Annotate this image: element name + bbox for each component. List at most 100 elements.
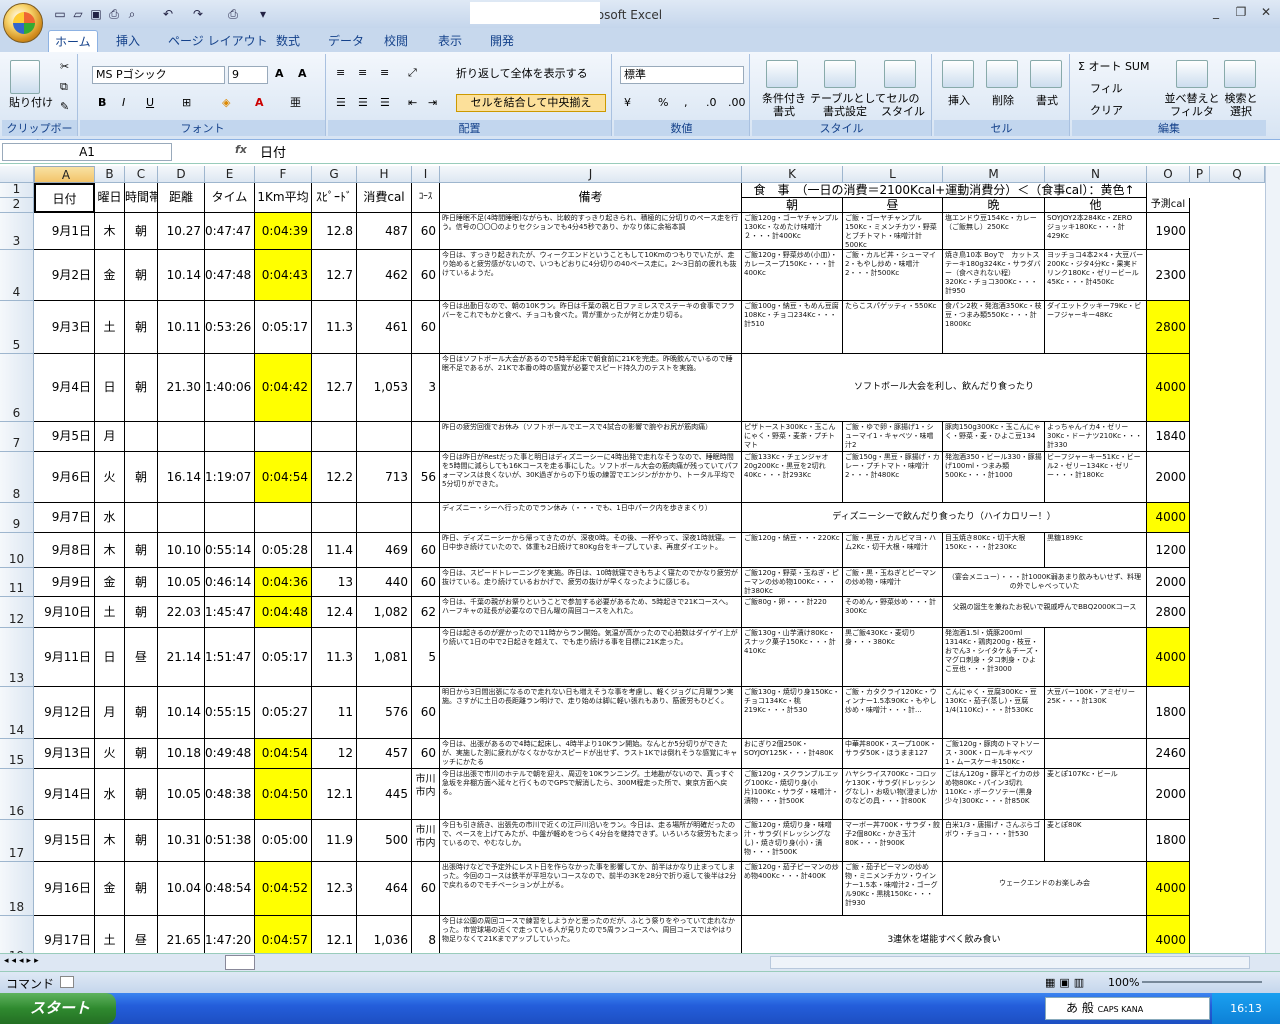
header-dinner[interactable]: 晩: [943, 198, 1045, 213]
course-cell[interactable]: 60: [412, 213, 440, 250]
delete-cells-icon[interactable]: [986, 60, 1018, 88]
date-cell[interactable]: 9月3日: [34, 301, 95, 354]
pace-cell[interactable]: 0:04:36: [255, 568, 312, 597]
dinner-cell[interactable]: 食パン2枚・発泡酒350Kc・枝豆・つまみ類550Kc・・・計1800Kc: [943, 301, 1045, 354]
speed-cell[interactable]: [312, 503, 357, 533]
predicted-cal-cell[interactable]: 2800: [1147, 301, 1190, 354]
kcal-cell[interactable]: 500: [357, 820, 412, 862]
print-icon[interactable]: ⎙: [106, 6, 122, 22]
redo-icon[interactable]: ↷: [190, 6, 206, 22]
row-header[interactable]: 19: [0, 916, 34, 953]
insert-cells-icon[interactable]: [942, 60, 974, 88]
format-table-icon[interactable]: [824, 60, 856, 88]
time-cell[interactable]: 1:47:20: [205, 916, 255, 953]
dinner-cell[interactable]: こんにゃく・豆腐300Kc・豆130Kc・茄子(蒸し)・豆腐1/4(110Kc)…: [943, 687, 1045, 739]
slot-cell[interactable]: 朝: [125, 250, 158, 301]
slot-cell[interactable]: [125, 503, 158, 533]
kcal-cell[interactable]: 487: [357, 213, 412, 250]
course-cell[interactable]: 60: [412, 687, 440, 739]
time-cell[interactable]: 0:46:14: [205, 568, 255, 597]
find-select-icon[interactable]: [1224, 60, 1256, 88]
kcal-cell[interactable]: [357, 422, 412, 452]
column-header-G[interactable]: G: [312, 166, 357, 183]
distance-cell[interactable]: 10.05: [158, 568, 205, 597]
dow-cell[interactable]: 土: [95, 597, 125, 628]
lunch-cell[interactable]: 黒ご飯430Kc・麦切り身・・・380Kc: [843, 628, 943, 687]
column-header-I[interactable]: I: [412, 166, 440, 183]
dinner-other-merged-cell[interactable]: 父親の誕生を兼ねたお祝いで親戚呼んでBBQ2000Kコース: [943, 597, 1147, 628]
dinner-cell[interactable]: 目玉焼き80Kc・切干大根150Kc・・・計230Kc: [943, 533, 1045, 568]
predicted-cal-cell[interactable]: 4000: [1147, 503, 1190, 533]
column-header-D[interactable]: D: [158, 166, 205, 183]
notes-cell[interactable]: 今日は公園の周回コースで練習をしようかと思ったのだが、ふとう祭りをやっていて走れ…: [440, 916, 742, 953]
align-left-icon[interactable]: ☰: [336, 96, 346, 109]
conditional-format-button[interactable]: 条件付き 書式: [756, 92, 812, 118]
breakfast-cell[interactable]: ご飯120g・茄子ピーマンの炒め物400Kc・・・計400K: [742, 862, 843, 916]
date-cell[interactable]: 9月10日: [34, 597, 95, 628]
time-cell[interactable]: 0:53:26: [205, 301, 255, 354]
print-preview-icon[interactable]: ⌕: [124, 6, 140, 22]
header-cell[interactable]: ｺｰｽ: [412, 183, 440, 213]
notes-cell[interactable]: 今日は昨日がRestだった事と明日はディズニーシーに4時出発で走れなそうなので、…: [440, 452, 742, 503]
header-cell[interactable]: タイム: [205, 183, 255, 213]
new-file-icon[interactable]: ▭: [52, 6, 68, 22]
notes-cell[interactable]: 今日はソフトボール大会があるので5時半起床で朝食前に21Kを完走。昨晩飲んでいる…: [440, 354, 742, 422]
select-all-corner[interactable]: [0, 166, 34, 183]
close-icon[interactable]: ✕: [1257, 4, 1275, 20]
slot-cell[interactable]: 朝: [125, 301, 158, 354]
header-cell[interactable]: ｽﾋﾟｰﾄﾞ: [312, 183, 357, 213]
breakfast-cell[interactable]: ご飯120g・野菜炒め(小皿)・カレースープ150Kc・・・計400Kc: [742, 250, 843, 301]
course-cell[interactable]: 60: [412, 533, 440, 568]
merge-center-button[interactable]: セルを結合して中央揃え: [456, 94, 606, 112]
wrap-text-button[interactable]: 折り返して全体を表示する: [456, 67, 588, 80]
format-painter-icon[interactable]: ✎: [60, 100, 69, 113]
distance-cell[interactable]: 10.31: [158, 820, 205, 862]
pace-cell[interactable]: 0:05:17: [255, 628, 312, 687]
align-center-icon[interactable]: ☰: [358, 96, 368, 109]
row-header[interactable]: 15: [0, 739, 34, 769]
find-select-button[interactable]: 検索と 選択: [1216, 92, 1266, 118]
distance-cell[interactable]: 22.03: [158, 597, 205, 628]
dow-cell[interactable]: 日: [95, 354, 125, 422]
notes-cell[interactable]: 今日も引き続き、出張先の市川で近くの江戸川沿いをラン。今日は、走る場所が明確だっ…: [440, 820, 742, 862]
notes-cell[interactable]: 明日から3日間出張になるので走れない日も増えそうな事を考慮し、軽くジョグに月曜ラ…: [440, 687, 742, 739]
course-cell[interactable]: 60: [412, 739, 440, 769]
dinner-cell[interactable]: 焼き鳥10本 Boyで カットステーキ180g324Kc・サラダバー（食べきれな…: [943, 250, 1045, 301]
dinner-cell[interactable]: 塩エンドウ豆154Kc・カレー（ご飯無し）250Kc: [943, 213, 1045, 250]
lunch-cell[interactable]: 中華丼800K・スープ100K・サラダ50K・ほうまま127: [843, 739, 943, 769]
date-cell[interactable]: 9月11日: [34, 628, 95, 687]
number-format-select[interactable]: 標準: [620, 66, 744, 84]
slot-cell[interactable]: 朝: [125, 452, 158, 503]
speed-cell[interactable]: 12.2: [312, 452, 357, 503]
slot-cell[interactable]: 朝: [125, 739, 158, 769]
distance-cell[interactable]: 10.27: [158, 213, 205, 250]
vertical-scrollbar[interactable]: [1265, 166, 1280, 953]
predicted-cal-cell[interactable]: 4000: [1147, 354, 1190, 422]
font-name-select[interactable]: MS Pゴシック: [92, 66, 225, 84]
formula-input[interactable]: 日付: [260, 142, 286, 161]
align-top-icon[interactable]: ≡: [336, 66, 345, 79]
meal-merged-cell[interactable]: 3連休を堪能すべく飲み食い: [742, 916, 1147, 953]
qat-customize-icon[interactable]: ▾: [255, 6, 271, 22]
lunch-cell[interactable]: ご飯・ゴーヤチャンプル150Kc・ミメンチカツ・野菜とブチトマト・味噌汁計500…: [843, 213, 943, 250]
fx-icon[interactable]: fx: [235, 143, 247, 156]
dinner-cell[interactable]: 豚肉150g300Kc・玉こんにゃく・野菜・麦・ひよこ豆134: [943, 422, 1045, 452]
speed-cell[interactable]: 11: [312, 687, 357, 739]
time-cell[interactable]: 0:48:38: [205, 769, 255, 820]
dow-cell[interactable]: 火: [95, 739, 125, 769]
slot-cell[interactable]: 朝: [125, 354, 158, 422]
fill-color-icon[interactable]: ◈: [222, 96, 230, 109]
date-cell[interactable]: 9月12日: [34, 687, 95, 739]
row-header[interactable]: 17: [0, 820, 34, 862]
column-header-E[interactable]: E: [205, 166, 255, 183]
slot-cell[interactable]: 朝: [125, 687, 158, 739]
column-header-A[interactable]: A: [34, 166, 95, 183]
header-cell[interactable]: 距離: [158, 183, 205, 213]
header-cell[interactable]: 備考: [440, 183, 742, 213]
dow-cell[interactable]: 金: [95, 568, 125, 597]
slot-cell[interactable]: 昼: [125, 916, 158, 953]
notes-cell[interactable]: 今日は、千葉の親がお祭りということで参加する必要があるため、5時起きで21Kコー…: [440, 597, 742, 628]
slot-cell[interactable]: 朝: [125, 769, 158, 820]
lunch-cell[interactable]: たらこスパゲッティ・550Kc: [843, 301, 943, 354]
dow-cell[interactable]: 水: [95, 769, 125, 820]
